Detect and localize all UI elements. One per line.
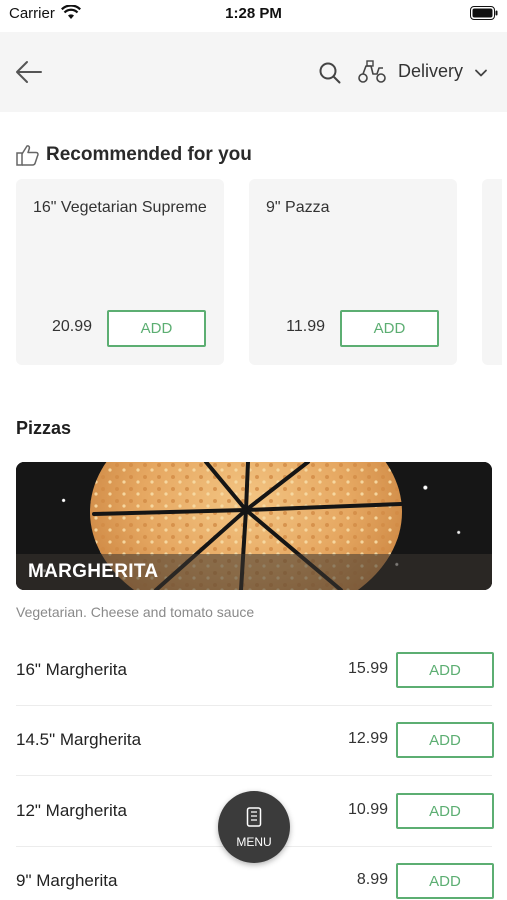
recommended-card-next-peek[interactable] <box>482 179 502 365</box>
add-button[interactable]: ADD <box>107 310 206 347</box>
banner-label: MARGHERITA <box>28 561 159 582</box>
battery-icon <box>470 6 498 20</box>
menu-item-name: 16" Margherita <box>16 660 127 679</box>
menu-fab-label: MENU <box>236 835 272 849</box>
menu-item-price: 8.99 <box>356 871 388 888</box>
divider <box>16 775 492 776</box>
menu-icon <box>245 807 263 827</box>
section-title: Pizzas <box>16 418 72 438</box>
clock: 1:28 PM <box>225 5 282 22</box>
add-button[interactable]: ADD <box>396 652 494 688</box>
menu-item-row[interactable]: 14.5" Margherita 12.99 ADD <box>16 706 494 776</box>
add-button[interactable]: ADD <box>396 722 494 758</box>
menu-item-price: 10.99 <box>347 801 388 818</box>
add-button[interactable]: ADD <box>396 863 494 899</box>
menu-item-price: 12.99 <box>347 730 388 747</box>
delivery-mode-selector[interactable]: Delivery <box>398 61 463 82</box>
category-banner-image: MARGHERITA <box>16 462 492 590</box>
menu-item-price: 15.99 <box>347 660 388 677</box>
menu-item-row[interactable]: 16" Margherita 15.99 ADD <box>16 636 494 706</box>
recommended-item-name: 16" Vegetarian Supreme <box>33 199 207 216</box>
top-navigation-bar: Delivery <box>0 32 507 112</box>
recommended-item-name: 9" Pazza <box>266 199 330 216</box>
back-arrow-icon[interactable] <box>14 59 44 85</box>
recommended-item-price: 11.99 <box>286 318 325 335</box>
recommended-card[interactable]: 16" Vegetarian Supreme 20.99 ADD <box>16 179 224 365</box>
recommended-title: Recommended for you <box>46 144 252 165</box>
menu-fab-button[interactable]: MENU <box>218 791 290 863</box>
thumbs-up-icon <box>16 144 40 166</box>
status-bar: Carrier 1:28 PM <box>0 0 507 30</box>
add-button[interactable]: ADD <box>396 793 494 829</box>
scooter-icon[interactable] <box>357 60 387 84</box>
category-description: Vegetarian. Cheese and tomato sauce <box>16 604 255 620</box>
add-button[interactable]: ADD <box>340 310 439 347</box>
menu-item-name: 9" Margherita <box>16 871 118 890</box>
chevron-down-icon[interactable] <box>474 66 488 80</box>
menu-item-name: 14.5" Margherita <box>16 730 142 749</box>
recommended-item-price: 20.99 <box>51 318 92 335</box>
search-icon[interactable] <box>318 61 342 85</box>
menu-item-name: 12" Margherita <box>16 801 127 820</box>
recommended-card[interactable]: 9" Pazza 11.99 ADD <box>249 179 457 365</box>
